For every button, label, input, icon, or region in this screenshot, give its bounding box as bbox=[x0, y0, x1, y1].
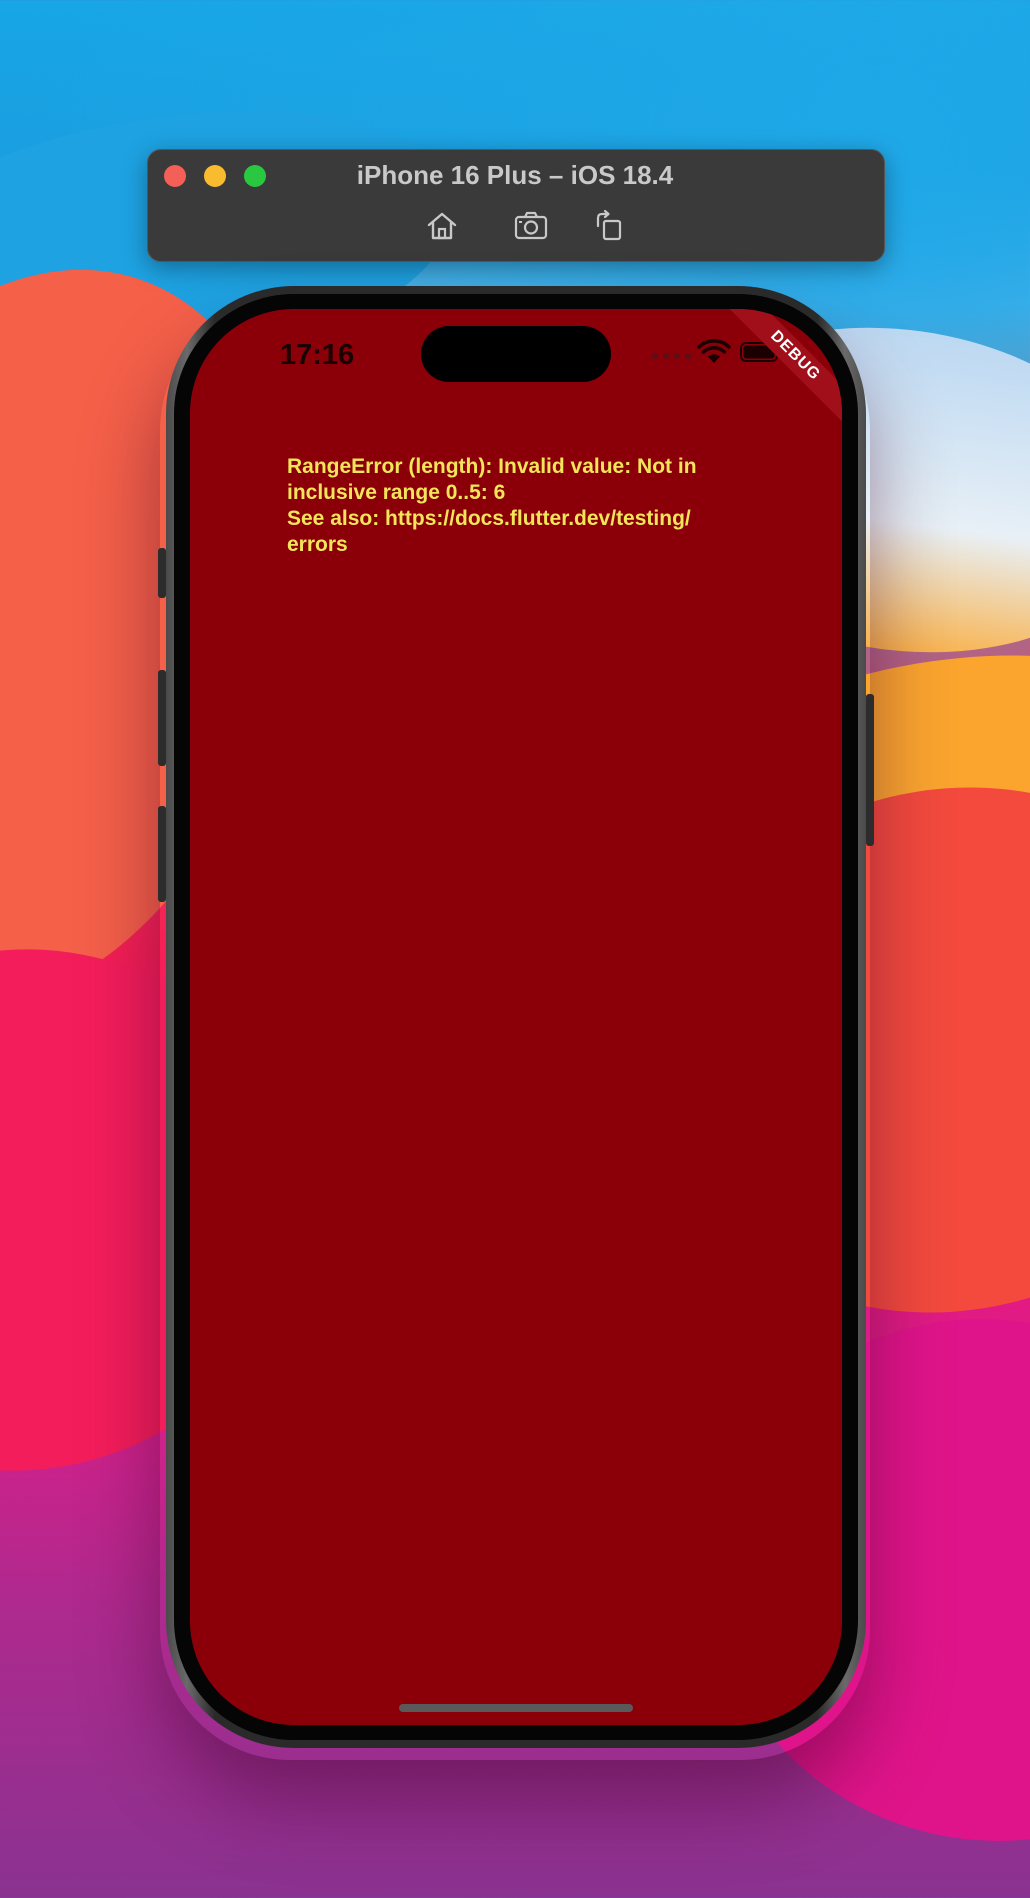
action-button[interactable] bbox=[158, 548, 166, 598]
volume-down-button[interactable] bbox=[158, 806, 166, 902]
dynamic-island bbox=[421, 326, 611, 382]
device-screen[interactable]: 17:16 DEBUG RangeError (length): Invalid… bbox=[190, 309, 842, 1725]
rotate-icon bbox=[596, 209, 622, 241]
home-indicator[interactable] bbox=[399, 1704, 633, 1712]
camera-icon bbox=[514, 211, 548, 240]
power-button[interactable] bbox=[866, 694, 874, 846]
volume-up-button[interactable] bbox=[158, 670, 166, 766]
rotate-button[interactable] bbox=[592, 208, 628, 244]
error-message: RangeError (length): Invalid value: Not … bbox=[287, 455, 697, 556]
cellular-signal-icon bbox=[652, 353, 691, 359]
screenshot-button[interactable] bbox=[513, 208, 549, 244]
home-button[interactable] bbox=[424, 208, 460, 244]
simulator-title: iPhone 16 Plus – iOS 18.4 bbox=[356, 160, 674, 190]
debug-banner-container: DEBUG bbox=[692, 309, 842, 459]
debug-banner: DEBUG bbox=[718, 309, 842, 433]
home-icon bbox=[427, 212, 457, 240]
status-time: 17:16 bbox=[280, 339, 355, 371]
